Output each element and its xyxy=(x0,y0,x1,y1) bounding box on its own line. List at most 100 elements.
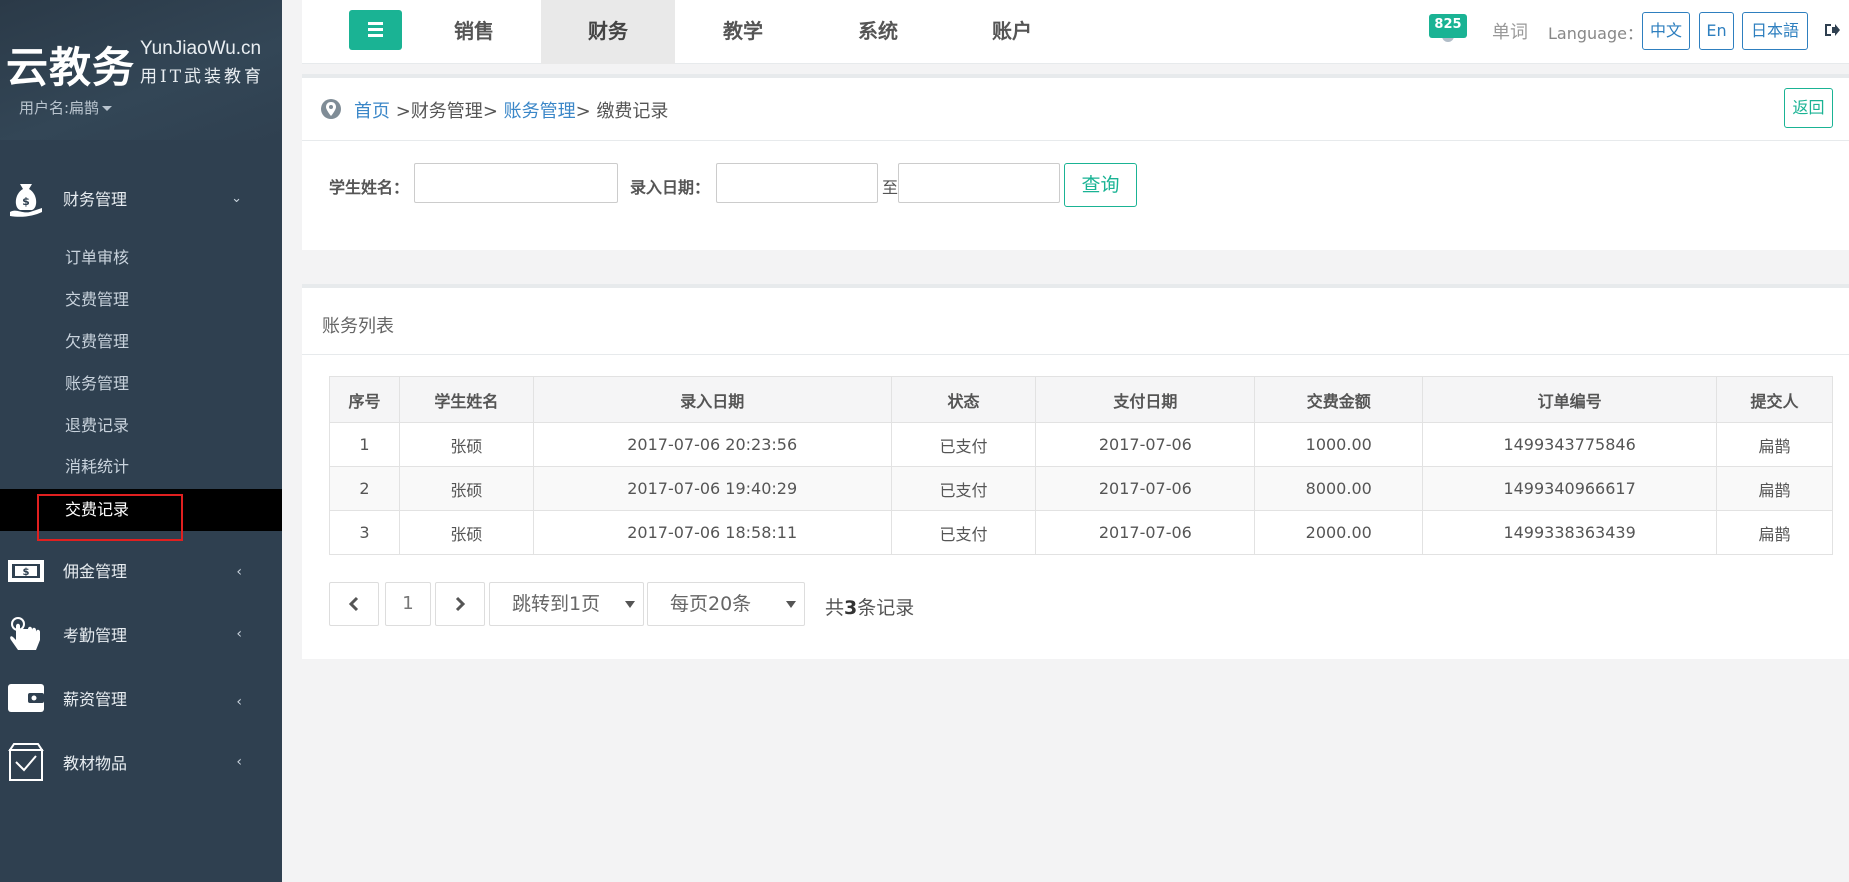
page-size-value: 每页20条 xyxy=(670,593,752,615)
sidebar-section-materials[interactable]: 教材物品 ‹ xyxy=(0,742,282,782)
breadcrumb-current: 缴费记录 xyxy=(596,101,669,122)
breadcrumb-bar: 首页 >财务管理> 账务管理> 缴费记录 返回 xyxy=(302,78,1849,141)
date-range-to-label: 至 xyxy=(882,178,899,197)
table-cell: 扁鹊 xyxy=(1716,422,1833,467)
table-row: 2 张硕 2017-07-06 19:40:29 已支付 2017-07-06 … xyxy=(329,466,1833,511)
logout-icon[interactable] xyxy=(1823,21,1841,39)
sidebar: 云教务 YunJiaoWu.cn 用IT武装教育 用户名:扁鹊 $ 财务管理 ⌄… xyxy=(0,0,282,882)
chevron-left-icon: ‹ xyxy=(236,754,242,770)
date-from-input[interactable] xyxy=(716,163,878,203)
table-cell: 2000.00 xyxy=(1254,510,1424,555)
page-number-button[interactable]: 1 xyxy=(385,582,431,626)
jump-to-page-select[interactable]: 跳转到1页 xyxy=(489,582,644,626)
back-button[interactable]: 返回 xyxy=(1784,88,1833,128)
table-cell: 已支付 xyxy=(890,422,1037,467)
chevron-down-icon: ⌄ xyxy=(231,190,242,206)
sidebar-section-label: 教材物品 xyxy=(63,754,128,773)
top-navbar: 销售 财务 教学 系统 账户 825 单词 Language： 中文 En 日本… xyxy=(302,0,1849,64)
hamburger-icon xyxy=(368,22,383,25)
tab-system[interactable]: 系统 xyxy=(811,0,945,64)
sidebar-section-commission[interactable]: $ 佣金管理 ‹ xyxy=(0,550,282,590)
dropdown-arrow-icon xyxy=(625,601,635,608)
table-cell: 2017-07-06 20:23:56 xyxy=(532,422,892,467)
user-name: 用户名:扁鹊 xyxy=(19,99,100,117)
location-pin-icon xyxy=(321,99,341,119)
table-cell: 扁鹊 xyxy=(1716,466,1833,511)
table-cell: 1499340966617 xyxy=(1422,466,1718,511)
chevron-right-icon xyxy=(455,596,466,612)
tab-finance[interactable]: 财务 xyxy=(541,0,675,64)
lang-english-button[interactable]: En xyxy=(1699,12,1734,50)
tab-teaching[interactable]: 教学 xyxy=(676,0,810,64)
date-to-input[interactable] xyxy=(898,163,1060,203)
student-name-label: 学生姓名： xyxy=(329,178,410,197)
breadcrumb-separator: > xyxy=(390,101,411,122)
money-bag-icon: $ xyxy=(10,184,42,217)
chevron-left-icon xyxy=(348,596,359,612)
table-cell: 2017-07-06 xyxy=(1035,466,1256,511)
query-button[interactable]: 查询 xyxy=(1064,163,1137,207)
column-header: 提交人 xyxy=(1716,376,1833,423)
table-cell: 张硕 xyxy=(398,510,534,555)
sidebar-item-refunds[interactable]: 退费记录 xyxy=(0,406,282,446)
wallet-icon xyxy=(8,684,44,712)
student-name-input[interactable] xyxy=(414,163,618,203)
prev-page-button[interactable] xyxy=(329,582,379,626)
highlight-box xyxy=(37,494,183,541)
table-cell: 1 xyxy=(329,422,400,467)
logo-tagline: 用IT武装教育 xyxy=(140,67,265,87)
column-header: 序号 xyxy=(329,376,400,423)
breadcrumb-separator: > xyxy=(575,101,597,122)
breadcrumb-home-link[interactable]: 首页 xyxy=(354,101,390,122)
word-link[interactable]: 单词 xyxy=(1492,18,1528,44)
table-header-row: 序号 学生姓名 录入日期 状态 支付日期 交费金额 订单编号 提交人 xyxy=(329,376,1833,423)
logo-main-text: 云教务 xyxy=(6,43,136,92)
sidebar-item-order-review[interactable]: 订单审核 xyxy=(0,238,282,278)
chevron-left-icon: ‹ xyxy=(236,564,242,580)
sidebar-item-accounts[interactable]: 账务管理 xyxy=(0,364,282,404)
sidebar-item-payment-manage[interactable]: 交费管理 xyxy=(0,280,282,320)
notification-badge[interactable]: 825 xyxy=(1429,14,1467,38)
total-records: 共3条记录 xyxy=(825,597,915,619)
table-cell: 张硕 xyxy=(398,466,534,511)
menu-toggle-button[interactable] xyxy=(349,10,402,50)
table-row: 3 张硕 2017-07-06 18:58:11 已支付 2017-07-06 … xyxy=(329,510,1833,555)
sidebar-section-finance[interactable]: $ 财务管理 ⌄ xyxy=(0,178,282,218)
table-title: 账务列表 xyxy=(322,316,394,337)
lang-japanese-button[interactable]: 日本語 xyxy=(1742,12,1808,50)
lang-chinese-button[interactable]: 中文 xyxy=(1642,12,1690,50)
sidebar-section-salary[interactable]: 薪资管理 ‹ xyxy=(0,678,282,718)
tab-sales[interactable]: 销售 xyxy=(407,0,541,64)
dropdown-arrow-icon xyxy=(786,601,796,608)
payment-records-table: 序号 学生姓名 录入日期 状态 支付日期 交费金额 订单编号 提交人 1 张硕 … xyxy=(329,376,1833,555)
table-cell: 1499338363439 xyxy=(1422,510,1718,555)
table-cell: 8000.00 xyxy=(1254,466,1424,511)
caret-down-icon xyxy=(102,106,113,111)
chevron-left-icon: ‹ xyxy=(236,626,242,642)
breadcrumb: 首页 >财务管理> 账务管理> 缴费记录 xyxy=(354,97,668,123)
total-count: 3 xyxy=(844,597,858,619)
next-page-button[interactable] xyxy=(435,582,485,626)
sidebar-item-consumption[interactable]: 消耗统计 xyxy=(0,447,282,487)
table-cell: 2017-07-06 xyxy=(1035,422,1256,467)
entry-date-label: 录入日期： xyxy=(630,178,711,197)
sidebar-section-attendance[interactable]: 考勤管理 ‹ xyxy=(0,614,282,654)
sidebar-item-arrears[interactable]: 欠费管理 xyxy=(0,322,282,362)
search-panel: 首页 >财务管理> 账务管理> 缴费记录 返回 学生姓名： 录入日期： 至 查询 xyxy=(302,74,1849,250)
breadcrumb-separator: > xyxy=(482,101,504,122)
tab-account[interactable]: 账户 xyxy=(945,0,1079,64)
chevron-left-icon: ‹ xyxy=(236,694,242,710)
table-cell: 1499343775846 xyxy=(1422,422,1718,467)
svg-text:$: $ xyxy=(22,195,30,208)
table-cell: 3 xyxy=(329,510,400,555)
column-header: 学生姓名 xyxy=(398,376,534,423)
breadcrumb-accounts-link[interactable]: 账务管理 xyxy=(504,101,576,122)
table-cell: 已支付 xyxy=(890,466,1037,511)
sidebar-section-label: 薪资管理 xyxy=(63,690,128,709)
svg-text:$: $ xyxy=(23,567,30,578)
sidebar-section-label: 财务管理 xyxy=(63,190,128,209)
box-icon xyxy=(8,743,44,781)
jump-to-page-value: 跳转到1页 xyxy=(512,593,601,615)
user-menu[interactable]: 用户名:扁鹊 xyxy=(19,97,113,118)
page-size-select[interactable]: 每页20条 xyxy=(647,582,805,626)
